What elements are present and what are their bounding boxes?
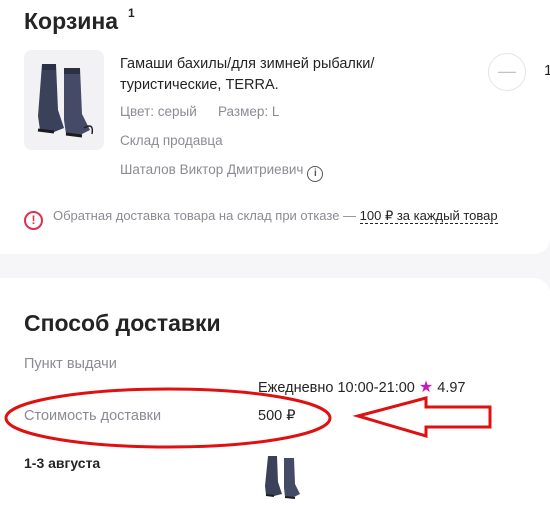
product-warehouse: Склад продавца — [120, 133, 223, 148]
warning-icon: ! — [24, 211, 43, 230]
delivery-date: 1-3 августа — [24, 455, 101, 471]
pickup-schedule: Ежедневно 10:00-21:00 ★ 4.97 — [258, 377, 466, 397]
rating-value: 4.97 — [437, 380, 466, 396]
return-notice-text: Обратная доставка товара на склад при от… — [53, 208, 360, 223]
product-name[interactable]: Гамаши бахилы/для зимней рыбалки/туристи… — [120, 54, 420, 96]
quantity-value[interactable]: 1 — [544, 62, 550, 79]
pickup-label: Пункт выдачи — [24, 356, 117, 372]
decrease-quantity-button[interactable]: — — [488, 53, 526, 91]
return-cost-link[interactable]: 100 ₽ за каждый товар — [359, 208, 498, 224]
schedule-text: Ежедневно 10:00-21:00 — [258, 380, 415, 396]
cart-section: Корзина 1 Гамаши бахилы/для зимней рыбал… — [0, 0, 550, 254]
delivery-section: Способ доставки Пункт выдачи Ежедневно 1… — [0, 278, 550, 508]
gaiter-image — [37, 64, 94, 138]
delivery-title: Способ доставки — [24, 310, 221, 336]
gaiter-thumbnail-image — [265, 456, 300, 499]
product-image[interactable] — [24, 50, 104, 150]
delivery-cost-label: Стоимость доставки — [24, 408, 162, 424]
return-notice: ! Обратная доставка товара на склад при о… — [24, 208, 498, 230]
delivery-cost-value: 500 ₽ — [258, 408, 296, 424]
product-color: Цвет: серый — [120, 104, 197, 119]
cart-title: Корзина — [24, 8, 119, 34]
product-seller: Шаталов Виктор Дмитриевич i — [120, 162, 324, 182]
cart-count-badge: 1 — [128, 6, 135, 20]
seller-name: Шаталов Виктор Дмитриевич — [120, 162, 304, 177]
minus-icon: — — [498, 61, 516, 81]
delivery-product-thumbnail[interactable] — [258, 450, 310, 502]
info-icon[interactable]: i — [307, 166, 324, 182]
star-icon: ★ — [418, 379, 434, 396]
product-size: Размер: L — [218, 104, 280, 119]
